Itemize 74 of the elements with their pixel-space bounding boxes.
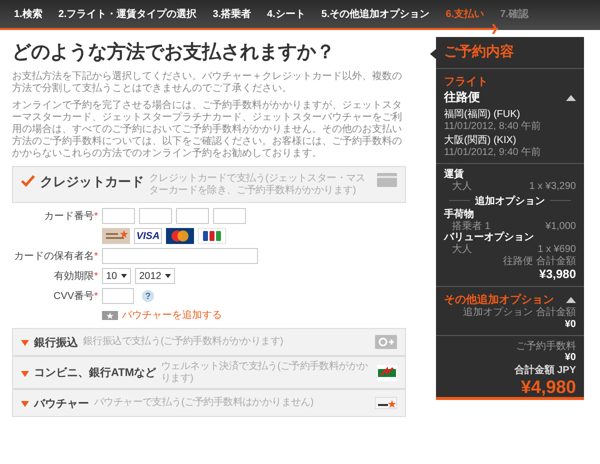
method-description: バウチャーで支払う(ご予約手数料はかかりません) [94,397,314,409]
total-label: 追加オプション 合計金額 [462,307,576,318]
wellnet-logo-icon [377,364,397,380]
fee-amount: ¥0 [564,352,576,363]
grand-total-amount: ¥4,980 [520,377,576,398]
section-heading: フライト [444,75,489,89]
divider-label: 追加オプション [475,194,545,208]
card-icon [377,173,397,187]
cardholder-name-field[interactable] [102,248,258,264]
summary-title: ご予約内容 [436,37,584,69]
method-description: 銀行振込で支払う(ご予約手数料がかかります) [83,336,284,348]
item-label: 大人 [451,181,472,192]
grand-total-label: 合計金額 JPY [513,364,576,377]
step-link[interactable]: 3.搭乗者 [212,7,252,21]
visa-logo: VISA [134,228,162,244]
field-label: 有効期限* [53,270,98,283]
card-number-field[interactable] [102,208,135,224]
month-select[interactable]: 10 [102,268,132,284]
caret-icon [21,370,29,376]
method-description: クレジットカードで支払う(ジェットスター・マスターカードを除き、ご予約手数料がかかります) [149,173,366,196]
method-name: クレジットカード [40,173,144,191]
section-heading: その他追加オプション [444,292,554,306]
card-number-field[interactable] [139,208,172,224]
field-label: カード番号* [43,210,98,223]
method-description: ウェルネット決済で支払う(ご予約手数料がかかります) [161,361,369,384]
caret-icon [21,401,29,407]
step-link[interactable]: 1.検索 [14,7,42,21]
field-label: カードの保有者名* [13,250,98,263]
jcb-logo-icon [198,228,226,244]
card-number-field[interactable] [213,208,246,224]
item-price: ¥1,000 [545,220,576,232]
jetstar-logo-icon [375,397,397,409]
item-heading: 運賃 [444,169,465,180]
step-link[interactable]: 5.その他追加オプション [321,7,430,21]
year-select[interactable]: 2012 [135,268,176,284]
method-name: バウチャー [34,396,89,410]
step-link[interactable]: 4.シート [267,7,306,21]
method-name: 銀行振込 [34,336,78,350]
dropdown-caret-icon [165,274,172,278]
card-number-field[interactable] [176,208,209,224]
payment-method-header[interactable]: 銀行振込 銀行振込で支払う(ご予約手数料がかかります) [12,328,406,356]
page-title: どのような方法でお支払されますか？ [12,40,336,65]
collapse-toggle-icon[interactable] [566,296,576,302]
fee-label: ご予約手数料 [515,340,576,352]
checkmark-icon [21,175,35,187]
departure-time: 11/01/2012, 9:40 午前 [444,146,542,158]
money-transfer-icon [375,335,397,349]
payment-method-header[interactable]: バウチャー バウチャーで支払う(ご予約手数料はかかりません) [12,389,406,417]
item-label: 大人 [451,244,472,256]
step-link[interactable]: 2.フライト・運賃タイプの選択 [58,7,197,21]
departure-time: 11/01/2012, 8:40 午前 [444,120,542,132]
dropdown-caret-icon [121,274,128,278]
info-paragraph: オンラインで予約を完了させる場合には、ご予約手数料がかかりますが、ジェットスターマスターカード、ジェットスタープラチナカード、ジェットスターバウチャーをご利用の場合は、すべてのご予約においてご予約手数料がかかりません。その他のお支払い方法のご予約手数料については、以下をご確認ください。お客様には、ご予約手数料のかからないこれらの方法でのオンライン予約をお勧めしております。 [12,100,403,160]
caret-icon [21,340,29,346]
method-name: コンビニ、銀行ATMなど [34,366,156,380]
direction-label: 往路便 [444,89,480,106]
subtotal-amount: ¥3,980 [538,267,576,281]
item-price: 1 x ¥3,290 [529,181,576,192]
field-label: CVV番号* [52,290,98,303]
item-price: 1 x ¥690 [538,244,576,256]
airport-name: 福岡(福岡) (FUK) [444,109,521,120]
item-heading: バリューオプション [444,232,535,244]
subtotal-label: 往路便 合計金額 [502,256,576,267]
cvv-field[interactable] [102,288,134,304]
airport-name: 大阪(関西) (KIX) [444,135,518,146]
total-amount: ¥0 [564,318,576,330]
ticket-icon [102,310,118,320]
mastercard-logo-icon [166,228,194,244]
collapse-toggle-icon[interactable] [566,94,576,100]
help-button[interactable]: ? [142,290,154,302]
item-heading: 手荷物 [444,208,475,220]
jetstar-card-logo-icon [102,228,130,244]
item-label: 搭乗者 1 [451,220,490,232]
info-paragraph: お支払方法を下記から選択してください。バウチャー＋クレジットカード以外、複数の方法で分割して支払うことはできませんのでご了承ください。 [12,71,403,95]
